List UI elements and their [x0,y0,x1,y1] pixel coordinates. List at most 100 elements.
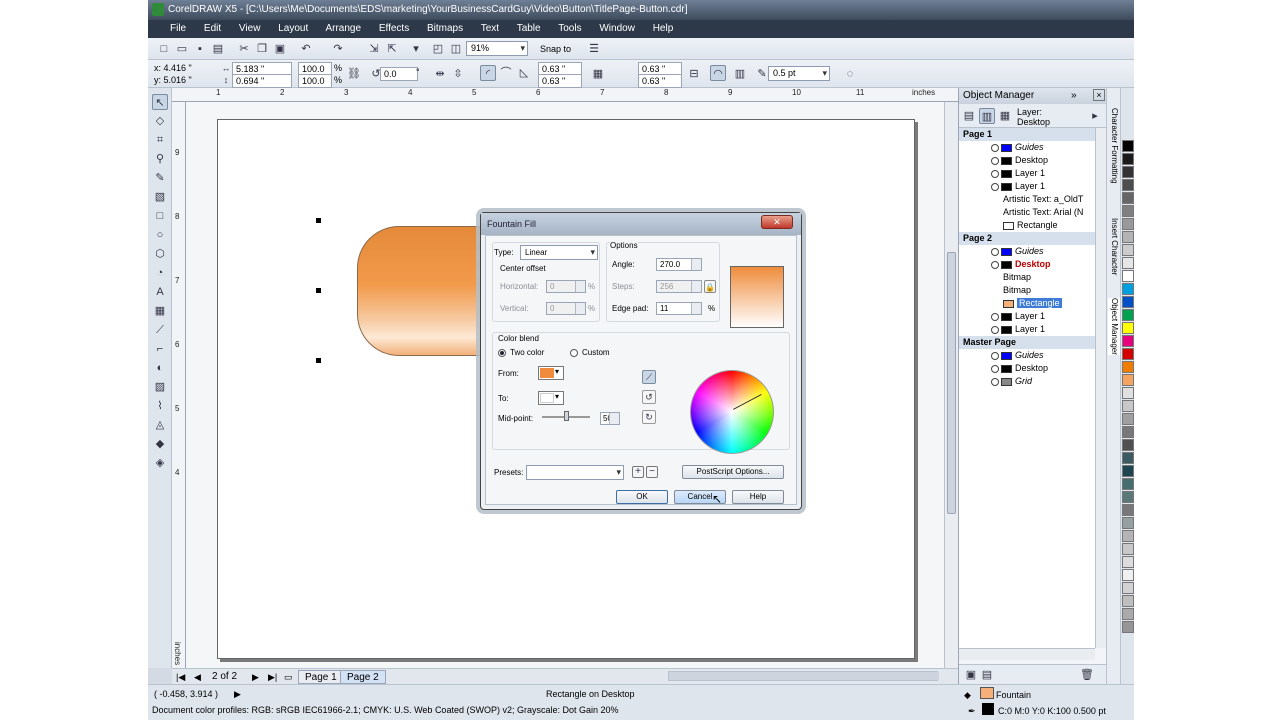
app-launcher-icon[interactable]: ▾ [408,41,424,57]
expand-icon[interactable]: ▶ [234,688,241,700]
visibility-icon[interactable] [991,325,999,334]
save-icon[interactable]: ▪ [192,41,208,57]
wrap-text-icon[interactable]: ▥ [732,66,748,82]
tab-character-formatting[interactable]: Character Formatting [1108,108,1120,184]
freehand-tool-icon[interactable]: ✎ [152,170,168,186]
selection-handle[interactable] [316,218,321,223]
tree-layer-row[interactable]: Layer 1 [959,180,1095,193]
tree-object-row[interactable]: Bitmap [959,271,1095,284]
palette-swatch[interactable] [1122,569,1134,581]
welcome-icon[interactable]: ◰ [430,41,446,57]
layer-manager-view-icon[interactable]: ▦ [997,108,1013,124]
counterclockwise-blend-icon[interactable]: ↺ [642,390,656,404]
menu-file[interactable]: File [170,23,186,34]
dimension-tool-icon[interactable]: ⟋ [152,322,168,338]
zoom-combo[interactable]: 91% [466,41,528,56]
tab-page-2[interactable]: Page 2 [340,670,386,684]
palette-swatch[interactable] [1122,530,1134,542]
palette-swatch[interactable] [1122,400,1134,412]
horizontal-spinner[interactable]: 0 [546,280,586,293]
selection-handle[interactable] [316,358,321,363]
palette-swatch[interactable] [1122,608,1134,620]
round-corner-icon[interactable]: ◜ [480,65,496,81]
help-button[interactable]: Help [732,490,784,504]
zoom-tool-icon[interactable]: ⚲ [152,151,168,167]
table-tool-icon[interactable]: ▦ [152,303,168,319]
basic-shapes-icon[interactable]: ◔ [152,265,168,281]
from-color-picker[interactable]: ▾ [538,366,564,380]
collapse-icon[interactable]: » [1071,88,1077,104]
palette-swatch[interactable] [1122,166,1134,178]
color-wheel[interactable] [690,370,774,454]
mirror-horizontal-icon[interactable]: ⇹ [432,66,448,82]
new-master-layer-icon[interactable]: ▤ [979,667,995,683]
delete-icon[interactable]: 🗑 [1079,667,1095,683]
menu-view[interactable]: View [239,23,261,34]
midpoint-slider-thumb[interactable] [564,411,569,421]
transparency-tool-icon[interactable]: ▨ [152,379,168,395]
visibility-icon[interactable] [991,364,999,373]
menu-help[interactable]: Help [653,23,674,34]
last-page-icon[interactable]: ▶| [268,671,277,683]
import-icon[interactable]: ⇲ [366,41,382,57]
palette-swatch[interactable] [1122,335,1134,347]
palette-swatch[interactable] [1122,361,1134,373]
fill-tool-icon[interactable]: ◆ [152,436,168,452]
tree-layer-row[interactable]: Guides [959,245,1095,258]
palette-swatch[interactable] [1122,387,1134,399]
copy-icon[interactable]: ❐ [254,41,270,57]
close-icon[interactable]: × [1093,89,1105,101]
add-preset-icon[interactable]: + [632,466,644,478]
polygon-tool-icon[interactable]: ⬡ [152,246,168,262]
menu-tools[interactable]: Tools [558,23,581,34]
palette-swatch[interactable] [1122,205,1134,217]
undo-icon[interactable]: ↶ [298,41,314,57]
corel-connect-icon[interactable]: ◫ [448,41,464,57]
two-color-radio[interactable] [498,349,506,357]
menu-layout[interactable]: Layout [278,23,308,34]
visibility-icon[interactable] [991,143,999,152]
palette-swatch[interactable] [1122,296,1134,308]
direct-blend-icon[interactable]: ⟋ [642,370,656,384]
blend-tool-icon[interactable]: ◐ [152,360,168,376]
open-icon[interactable]: ▭ [174,41,190,57]
midpoint-field[interactable]: 50 [600,412,620,425]
visibility-icon[interactable] [991,156,999,165]
steps-spinner[interactable]: 256 [656,280,702,293]
tree-page-row[interactable]: Master Page [959,336,1095,349]
panel-horizontal-scrollbar[interactable] [959,648,1095,660]
palette-swatch[interactable] [1122,322,1134,334]
outline-width-combo[interactable]: 0.5 pt [768,66,830,81]
palette-swatch[interactable] [1122,517,1134,529]
palette-swatch[interactable] [1122,309,1134,321]
scroll-thumb[interactable] [947,252,956,514]
palette-swatch[interactable] [1122,270,1134,282]
palette-swatch[interactable] [1122,543,1134,555]
lock-corners-icon[interactable]: ⊟ [686,66,702,82]
palette-swatch[interactable] [1122,179,1134,191]
vertical-spinner[interactable]: 0 [546,302,586,315]
pick-tool-icon[interactable]: ↖ [152,94,168,110]
tab-object-manager[interactable]: Object Manager [1108,298,1120,355]
palette-swatch[interactable] [1122,621,1134,633]
vertical-scrollbar[interactable] [944,102,958,668]
edit-corners-together-icon[interactable]: ▦ [590,66,606,82]
palette-swatch[interactable] [1122,348,1134,360]
menu-bitmaps[interactable]: Bitmaps [427,23,463,34]
smart-fill-icon[interactable]: ▧ [152,189,168,205]
x-position[interactable]: x: 4.416 " [154,62,192,74]
menu-text[interactable]: Text [481,23,499,34]
to-color-picker[interactable]: ▾ [538,391,564,405]
palette-swatch[interactable] [1122,465,1134,477]
palette-swatch[interactable] [1122,582,1134,594]
tree-layer-row[interactable]: Layer 1 [959,167,1095,180]
horizontal-scrollbar[interactable] [668,671,939,681]
tree-layer-row[interactable]: Desktop [959,258,1095,271]
fill-preview[interactable] [730,266,784,328]
scale-y-field[interactable]: 100.0 [298,74,332,88]
menu-window[interactable]: Window [599,23,635,34]
clockwise-blend-icon[interactable]: ↻ [642,410,656,424]
postscript-options-button[interactable]: PostScript Options... [682,465,784,479]
lock-steps-icon[interactable]: 🔒 [704,280,716,293]
shape-tool-icon[interactable]: ◇ [152,113,168,129]
